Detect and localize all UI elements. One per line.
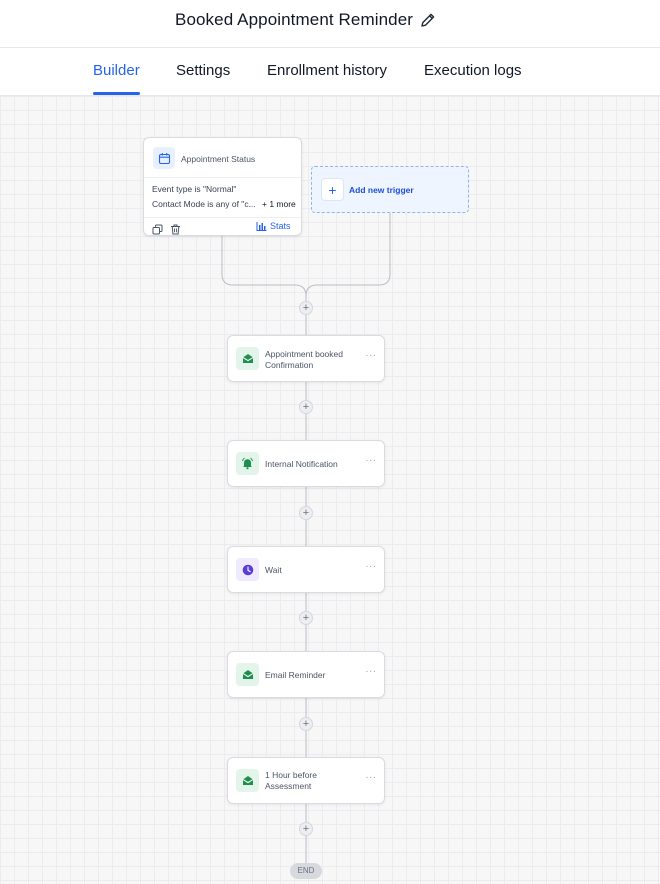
- trigger-header: Appointment Status: [144, 138, 301, 178]
- add-trigger-button[interactable]: + Add new trigger: [311, 166, 469, 213]
- trigger-condition: Contact Mode is any of "c...: [152, 199, 256, 209]
- workflow-title: Booked Appointment Reminder: [175, 10, 414, 29]
- action-label: Wait: [265, 565, 357, 576]
- edit-title-button[interactable]: [419, 11, 437, 29]
- add-step-button[interactable]: +: [299, 400, 313, 414]
- title-bar: Booked Appointment Reminder: [0, 0, 660, 48]
- action-label: Email Reminder: [265, 670, 357, 681]
- tab-settings[interactable]: Settings: [176, 62, 230, 79]
- trigger-title: Appointment Status: [181, 154, 256, 164]
- more-options-button[interactable]: ···: [364, 666, 378, 682]
- more-options-button[interactable]: ···: [364, 350, 378, 366]
- add-step-button[interactable]: +: [299, 506, 313, 520]
- clock-icon: [236, 558, 259, 581]
- action-node-wait[interactable]: Wait ···: [227, 546, 385, 593]
- envelope-icon: [236, 769, 259, 792]
- copy-icon[interactable]: [152, 222, 163, 235]
- add-step-button[interactable]: +: [299, 822, 313, 836]
- trash-icon[interactable]: [170, 222, 181, 235]
- action-node-appointment-confirmation[interactable]: Appointment booked Confirmation ···: [227, 335, 385, 382]
- action-node-email-reminder[interactable]: Email Reminder ···: [227, 651, 385, 698]
- bell-icon: [236, 452, 259, 475]
- calendar-icon: [153, 147, 175, 169]
- trigger-condition: Event type is "Normal": [152, 184, 237, 194]
- envelope-icon: [236, 347, 259, 370]
- action-label: Appointment booked Confirmation: [265, 349, 357, 371]
- pencil-icon: [421, 13, 435, 27]
- add-step-button[interactable]: +: [299, 301, 313, 315]
- tab-enrollment-history[interactable]: Enrollment history: [267, 62, 387, 79]
- add-step-button[interactable]: +: [299, 717, 313, 731]
- envelope-icon: [236, 663, 259, 686]
- bar-chart-icon: [256, 222, 267, 231]
- end-marker: END: [290, 863, 322, 879]
- action-label: Internal Notification: [265, 459, 357, 470]
- more-options-button[interactable]: ···: [364, 772, 378, 788]
- tab-builder[interactable]: Builder: [93, 62, 140, 79]
- workflow-canvas[interactable]: Appointment Status Event type is "Normal…: [0, 96, 660, 884]
- tab-execution-logs[interactable]: Execution logs: [424, 62, 522, 79]
- trigger-card[interactable]: Appointment Status Event type is "Normal…: [143, 137, 302, 236]
- stats-label: Stats: [270, 221, 291, 231]
- action-label-line: Confirmation: [265, 360, 314, 370]
- add-trigger-label: Add new trigger: [349, 185, 414, 195]
- action-label: 1 Hour before Assessment: [265, 770, 357, 792]
- action-label-line: Appointment booked: [265, 349, 343, 359]
- trigger-footer: Stats: [144, 217, 301, 235]
- plus-icon: +: [321, 178, 344, 201]
- action-label-line: 1 Hour before: [265, 770, 317, 780]
- tab-bar: Builder Settings Enrollment history Exec…: [0, 48, 660, 96]
- action-label-line: Assessment: [265, 781, 312, 791]
- action-label-line: Internal Notification: [265, 459, 338, 469]
- action-node-internal-notification[interactable]: Internal Notification ···: [227, 440, 385, 487]
- more-options-button[interactable]: ···: [364, 561, 378, 577]
- stats-button[interactable]: Stats: [256, 221, 291, 231]
- more-options-button[interactable]: ···: [364, 455, 378, 471]
- action-label-line: Wait: [265, 565, 282, 575]
- action-label-line: Email Reminder: [265, 670, 326, 680]
- more-conditions-link[interactable]: + 1 more: [262, 199, 296, 209]
- action-node-1-hour-before-assessment[interactable]: 1 Hour before Assessment ···: [227, 757, 385, 804]
- add-step-button[interactable]: +: [299, 611, 313, 625]
- active-tab-indicator: [93, 92, 140, 95]
